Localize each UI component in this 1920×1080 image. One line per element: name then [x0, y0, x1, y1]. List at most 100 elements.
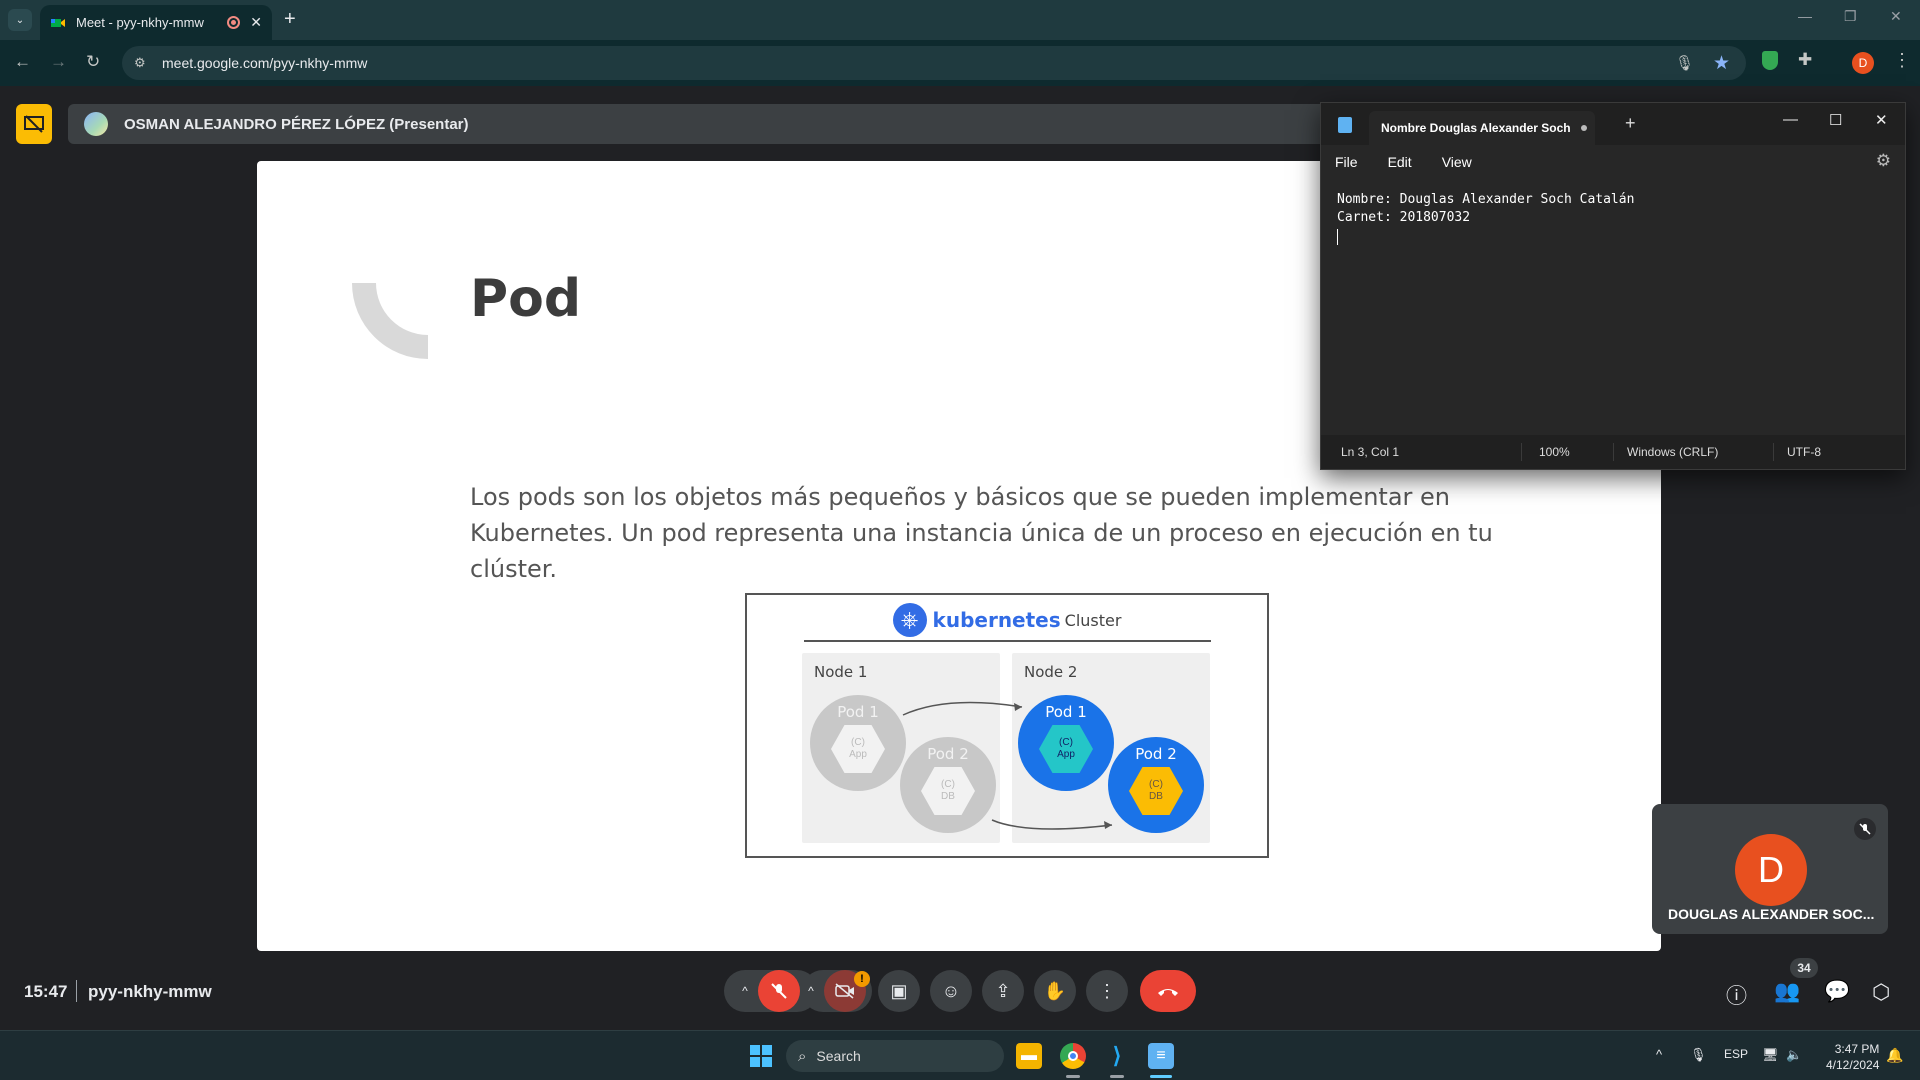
self-video-tile[interactable]: D DOUGLAS ALEXANDER SOC...	[1652, 804, 1888, 934]
leave-call-button[interactable]	[1140, 970, 1196, 1012]
volume-icon[interactable]: 🔈	[1786, 1047, 1802, 1063]
notepad-close-icon[interactable]: ✕	[1875, 111, 1888, 129]
browser-menu-icon[interactable]: ⋮	[1893, 50, 1911, 71]
more-options-button[interactable]: ⋮	[1086, 970, 1128, 1012]
emoji-icon: ☺	[941, 980, 961, 1001]
vscode-running-indicator	[1110, 1075, 1124, 1078]
unsaved-dot-icon[interactable]	[1581, 125, 1587, 131]
kubernetes-cluster-diagram: ⎈ kubernetes Cluster Node 1 Pod 1 (C) Ap…	[745, 593, 1269, 858]
encoding[interactable]: UTF-8	[1787, 445, 1821, 459]
close-window-icon[interactable]: ✕	[1890, 8, 1902, 25]
reactions-button[interactable]: ☺	[930, 970, 972, 1012]
close-tab-icon[interactable]: ✕	[250, 14, 262, 31]
participant-count-badge: 34	[1790, 958, 1818, 978]
input-language[interactable]: ESP	[1724, 1047, 1748, 1061]
status-separator	[1521, 443, 1522, 461]
meeting-clock: 15:47	[24, 982, 68, 1001]
mic-off-button[interactable]	[757, 970, 800, 1012]
meet-favicon-icon	[51, 18, 65, 27]
restore-window-icon[interactable]: ❐	[1844, 8, 1857, 25]
raise-hand-button[interactable]: ✋	[1034, 970, 1076, 1012]
more-vertical-icon: ⋮	[1098, 980, 1116, 1001]
notepad-tab[interactable]: Nombre Douglas Alexander Soch C	[1369, 111, 1595, 145]
search-icon: ⌕	[798, 1047, 807, 1065]
browser-tab-strip: ⌄ Meet - pyy-nkhy-mmw ✕ + — ❐ ✕	[0, 0, 1920, 40]
notepad-settings-gear-icon[interactable]: ⚙	[1876, 151, 1891, 171]
people-icon[interactable]: 👥	[1774, 980, 1800, 1004]
file-explorer-icon[interactable]: ▬	[1016, 1043, 1042, 1069]
taskbar-search-label: Search	[816, 1048, 861, 1064]
profile-avatar[interactable]: D	[1852, 52, 1874, 74]
shield-extension-icon[interactable]	[1762, 51, 1778, 70]
menu-view[interactable]: View	[1442, 154, 1472, 170]
browser-toolbar: ← → ↻ ⚙ meet.google.com/pyy-nkhy-mmw 🎙 ★…	[0, 40, 1920, 86]
presenter-avatar	[84, 112, 108, 136]
migration-arrows	[902, 701, 1113, 830]
notepad-maximize-icon[interactable]: ☐	[1829, 111, 1842, 129]
vscode-icon[interactable]: ⟩	[1104, 1043, 1130, 1069]
notepad-active-indicator	[1150, 1075, 1172, 1078]
activities-icon[interactable]: ⬡	[1872, 980, 1890, 1005]
camera-off-icon	[835, 983, 854, 999]
recording-icon	[227, 16, 241, 29]
tray-microphone-icon[interactable]: 🎙	[1690, 1047, 1707, 1063]
address-bar[interactable]: ⚙ meet.google.com/pyy-nkhy-mmw 🎙 ★	[122, 46, 1746, 80]
bookmark-star-icon[interactable]: ★	[1713, 52, 1730, 75]
microphone-in-use-icon[interactable]: 🎙	[1675, 54, 1694, 72]
tab-title: Meet - pyy-nkhy-mmw	[76, 15, 204, 30]
notification-bell-icon[interactable]: 🔔	[1886, 1047, 1903, 1064]
notepad-new-tab-button[interactable]: +	[1625, 113, 1636, 134]
minimize-window-icon[interactable]: —	[1798, 8, 1812, 24]
taskbar-time: 3:47 PM	[1834, 1042, 1880, 1056]
notepad-taskbar-icon[interactable]: ≡	[1148, 1043, 1174, 1069]
cursor-position: Ln 3, Col 1	[1341, 445, 1400, 459]
chat-icon[interactable]: 💬	[1824, 980, 1850, 1004]
present-screen-button[interactable]: ⇪	[982, 970, 1024, 1012]
slide-decoration	[352, 283, 428, 359]
new-tab-button[interactable]: +	[284, 8, 296, 31]
meeting-details-info-icon[interactable]: ⓘ	[1726, 980, 1747, 1010]
status-separator	[1773, 443, 1774, 461]
notepad-text-area[interactable]: Nombre: Douglas Alexander Soch Catalán C…	[1337, 191, 1634, 227]
taskbar-search[interactable]: ⌕ Search	[786, 1040, 1004, 1072]
video-options-chevron-icon[interactable]: ^	[808, 984, 814, 998]
presentation-indicator-icon[interactable]	[16, 104, 52, 144]
audio-options-chevron-icon[interactable]: ^	[742, 984, 748, 998]
tab-search-button[interactable]: ⌄	[8, 9, 32, 31]
zoom-level[interactable]: 100%	[1539, 445, 1570, 459]
muted-mic-icon	[1854, 818, 1876, 840]
extensions-puzzle-icon[interactable]: ✚	[1798, 50, 1812, 70]
presenter-name: OSMAN ALEJANDRO PÉREZ LÓPEZ (Presentar)	[124, 115, 469, 133]
notepad-window[interactable]: Nombre Douglas Alexander Soch C + — ☐ ✕ …	[1320, 102, 1906, 470]
status-separator	[1613, 443, 1614, 461]
line-endings[interactable]: Windows (CRLF)	[1627, 445, 1718, 459]
taskbar-clock[interactable]: 3:47 PM 4/12/2024	[1826, 1041, 1879, 1073]
back-icon[interactable]: ←	[14, 52, 31, 72]
chrome-running-indicator	[1066, 1075, 1080, 1078]
site-settings-icon[interactable]: ⚙	[134, 55, 150, 71]
tab-meet[interactable]: Meet - pyy-nkhy-mmw ✕	[40, 5, 272, 40]
self-name: DOUGLAS ALEXANDER SOC...	[1668, 906, 1875, 922]
present-icon: ⇪	[995, 980, 1011, 1001]
menu-edit[interactable]: Edit	[1388, 154, 1412, 170]
notepad-status-bar: Ln 3, Col 1 100% Windows (CRLF) UTF-8	[1321, 435, 1905, 469]
taskbar-date: 4/12/2024	[1826, 1058, 1880, 1072]
captions-button[interactable]: ▣	[878, 970, 920, 1012]
windows-start-icon[interactable]	[750, 1045, 772, 1067]
slide-body-text: Los pods son los objetos más pequeños y …	[470, 483, 1493, 583]
menu-file[interactable]: File	[1335, 154, 1358, 170]
notepad-menubar: File Edit View	[1321, 145, 1905, 179]
notepad-tab-strip: Nombre Douglas Alexander Soch C + — ☐ ✕	[1321, 103, 1905, 145]
notepad-app-icon	[1338, 117, 1352, 133]
show-hidden-icons-chevron-icon[interactable]: ^	[1656, 1047, 1662, 1062]
reload-icon[interactable]: ↻	[86, 52, 100, 72]
chrome-icon[interactable]	[1060, 1043, 1086, 1069]
windows-taskbar: ⌕ Search ▬ ⟩ ≡ ^ 🎙 ESP 🖥 🔈 3:47 PM 4/12/…	[0, 1030, 1920, 1080]
mic-off-icon	[771, 983, 787, 999]
forward-icon[interactable]: →	[50, 52, 67, 72]
bottom-divider	[76, 980, 77, 1002]
notepad-minimize-icon[interactable]: —	[1783, 111, 1798, 128]
url-text: meet.google.com/pyy-nkhy-mmw	[162, 55, 368, 71]
network-icon[interactable]: 🖥	[1762, 1047, 1779, 1063]
self-avatar: D	[1735, 834, 1807, 906]
